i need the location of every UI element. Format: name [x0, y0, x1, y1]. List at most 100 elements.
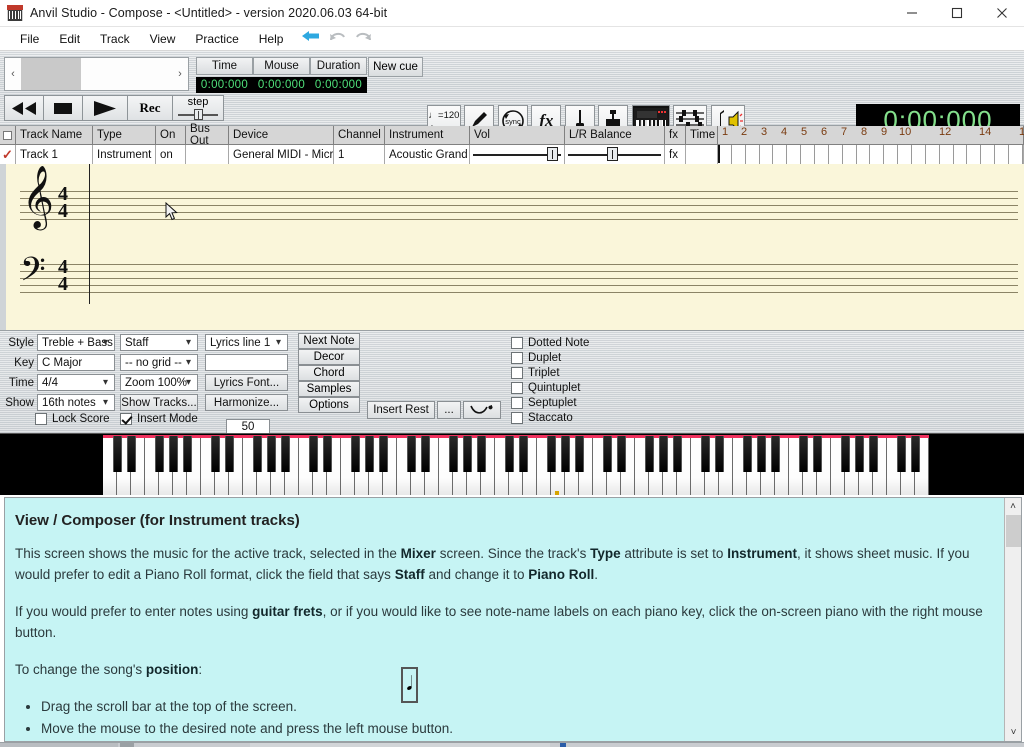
menu-file[interactable]: File	[10, 30, 49, 48]
piano-black-key[interactable]	[798, 436, 808, 472]
piano-black-key[interactable]	[504, 436, 514, 472]
play-button[interactable]	[82, 95, 128, 121]
piano-black-key[interactable]	[518, 436, 528, 472]
maximize-button[interactable]	[934, 0, 979, 27]
chevron-down-icon[interactable]: ▾	[186, 377, 191, 388]
stop-button[interactable]	[43, 95, 83, 121]
new-cue-button[interactable]: New cue	[368, 57, 423, 77]
back-arrow-icon[interactable]	[301, 29, 320, 48]
help-scrollbar[interactable]: ˄ ˅	[1004, 498, 1021, 741]
piano-black-key[interactable]	[182, 436, 192, 472]
more-options-button[interactable]: ...	[437, 401, 461, 419]
chevron-down-icon[interactable]: ▾	[103, 397, 108, 408]
tab-decor[interactable]: Decor	[298, 349, 360, 365]
piano-black-key[interactable]	[322, 436, 332, 472]
triplet-checkbox[interactable]: Triplet	[511, 367, 560, 379]
dotted-note-checkbox[interactable]: Dotted Note	[511, 337, 589, 349]
cell-balance-slider[interactable]	[565, 145, 665, 164]
cell-fx[interactable]: fx	[665, 145, 686, 164]
harmonize-button[interactable]: Harmonize...	[205, 394, 288, 411]
song-position-scrollbar[interactable]: ‹ ›	[4, 57, 189, 91]
piano-black-key[interactable]	[910, 436, 920, 472]
piano-black-key[interactable]	[112, 436, 122, 472]
piano-black-key[interactable]	[420, 436, 430, 472]
cell-type[interactable]: Instrument	[93, 145, 156, 164]
piano-keys[interactable]	[103, 435, 929, 495]
duplet-checkbox[interactable]: Duplet	[511, 352, 561, 364]
cell-timeline[interactable]	[718, 145, 1024, 164]
piano-black-key[interactable]	[658, 436, 668, 472]
scroll-down-arrow[interactable]: ˅	[1005, 724, 1021, 741]
chevron-down-icon[interactable]: ▾	[103, 337, 108, 348]
on-screen-piano[interactable]	[0, 433, 1024, 495]
note-quarter[interactable]: 𝅘𝅥	[401, 667, 419, 703]
piano-black-key[interactable]	[672, 436, 682, 472]
cell-time[interactable]	[686, 145, 718, 164]
menu-edit[interactable]: Edit	[49, 30, 90, 48]
piano-black-key[interactable]	[448, 436, 458, 472]
piano-black-key[interactable]	[644, 436, 654, 472]
piano-black-key[interactable]	[812, 436, 822, 472]
cell-track-name[interactable]: Track 1	[16, 145, 93, 164]
lyrics-text-input[interactable]	[205, 354, 288, 371]
piano-black-key[interactable]	[364, 436, 374, 472]
scroll-up-arrow[interactable]: ˄	[1005, 498, 1021, 515]
close-button[interactable]	[979, 0, 1024, 27]
piano-black-key[interactable]	[854, 436, 864, 472]
piano-black-key[interactable]	[756, 436, 766, 472]
piano-black-key[interactable]	[252, 436, 262, 472]
piano-black-key[interactable]	[770, 436, 780, 472]
lock-score-checkbox[interactable]: Lock Score	[35, 413, 110, 425]
table-row[interactable]: ✓ Track 1 Instrument on General MIDI - M…	[0, 145, 1024, 164]
help-scroll-thumb[interactable]	[1006, 515, 1021, 547]
cell-device[interactable]: General MIDI - Microso	[229, 145, 334, 164]
piano-black-key[interactable]	[406, 436, 416, 472]
tab-next-note[interactable]: Next Note	[298, 333, 360, 349]
staccato-checkbox[interactable]: Staccato	[511, 412, 573, 424]
playhead-cursor[interactable]	[89, 164, 90, 304]
piano-black-key[interactable]	[868, 436, 878, 472]
tab-samples[interactable]: Samples	[298, 381, 360, 397]
insert-mode-checkbox[interactable]: Insert Mode	[120, 413, 198, 425]
menu-help[interactable]: Help	[249, 30, 294, 48]
piano-black-key[interactable]	[896, 436, 906, 472]
score-canvas[interactable]: 𝄞 𝄢 4 4 4 4	[0, 164, 1024, 330]
piano-black-key[interactable]	[742, 436, 752, 472]
harmonize-value[interactable]: 50	[226, 419, 270, 434]
cell-volume-slider[interactable]	[470, 145, 565, 164]
piano-black-key[interactable]	[616, 436, 626, 472]
lyrics-font-button[interactable]: Lyrics Font...	[205, 374, 288, 391]
cell-channel[interactable]: 1	[334, 145, 385, 164]
record-button[interactable]: Rec	[127, 95, 173, 121]
chevron-down-icon[interactable]: ▾	[276, 337, 281, 348]
piano-black-key[interactable]	[224, 436, 234, 472]
key-input[interactable]: C Major	[37, 354, 115, 371]
undo-icon[interactable]	[329, 29, 346, 48]
timeline-ruler[interactable]: 1 2 3 4 5 6 7 8 9 10 12 14 16 18 20 2	[718, 126, 1024, 145]
piano-black-key[interactable]	[266, 436, 276, 472]
piano-black-key[interactable]	[462, 436, 472, 472]
piano-black-key[interactable]	[378, 436, 388, 472]
tab-options[interactable]: Options	[298, 397, 360, 413]
piano-black-key[interactable]	[168, 436, 178, 472]
piano-black-key[interactable]	[574, 436, 584, 472]
insert-rest-button[interactable]: Insert Rest	[367, 401, 435, 419]
piano-black-key[interactable]	[602, 436, 612, 472]
cell-bus-out[interactable]	[186, 145, 229, 164]
septuplet-checkbox[interactable]: Septuplet	[511, 397, 577, 409]
piano-black-key[interactable]	[700, 436, 710, 472]
step-slider[interactable]: step	[172, 95, 224, 121]
show-tracks-button[interactable]: Show Tracks...	[120, 394, 198, 411]
piano-black-key[interactable]	[546, 436, 556, 472]
cell-instrument[interactable]: Acoustic Grand	[385, 145, 470, 164]
row-selected-check[interactable]: ✓	[0, 145, 16, 164]
cell-on[interactable]: on	[156, 145, 186, 164]
piano-black-key[interactable]	[560, 436, 570, 472]
menu-track[interactable]: Track	[90, 30, 140, 48]
scroll-right-arrow[interactable]: ›	[172, 68, 188, 80]
piano-black-key[interactable]	[126, 436, 136, 472]
chevron-down-icon[interactable]: ▾	[103, 377, 108, 388]
piano-black-key[interactable]	[840, 436, 850, 472]
minimize-button[interactable]	[889, 0, 934, 27]
scroll-thumb[interactable]	[21, 58, 81, 90]
